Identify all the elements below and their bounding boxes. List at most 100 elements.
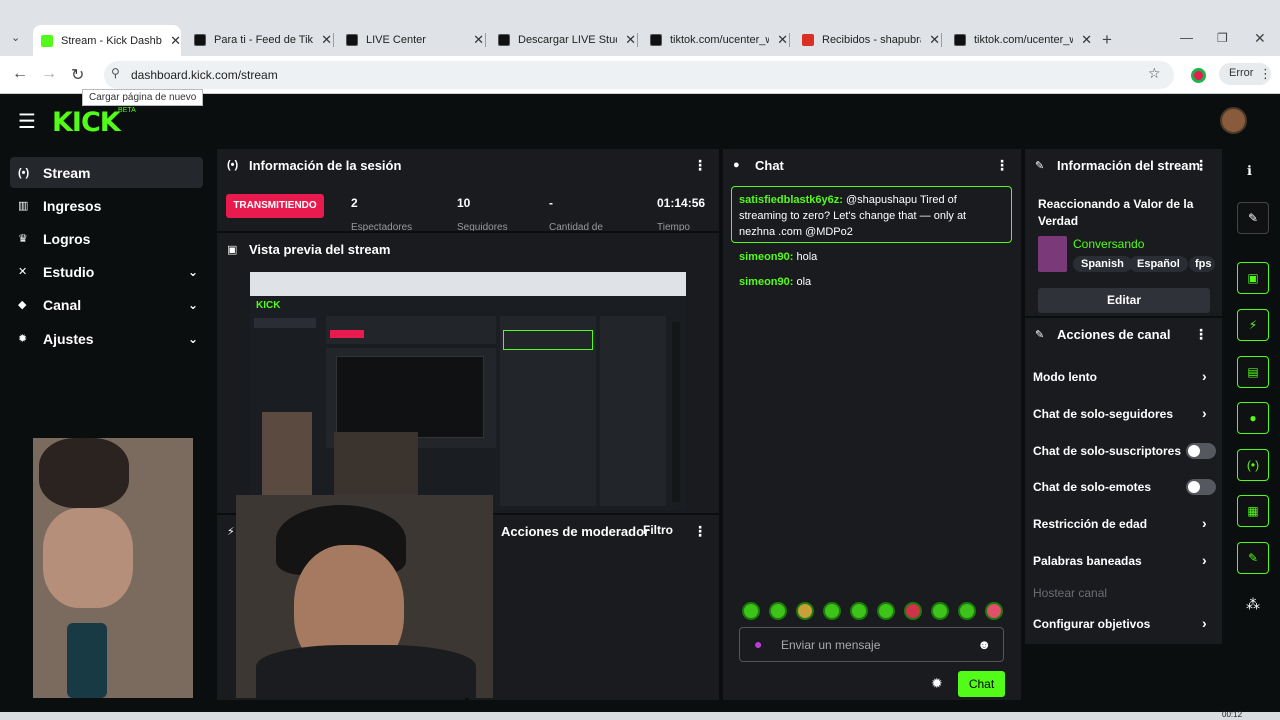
sidebar-item-stream[interactable]: (•) Stream: [10, 157, 203, 188]
sidebar-item-ajustes[interactable]: ✹ Ajustes ⌄: [10, 323, 203, 354]
video-tool-icon[interactable]: ▦: [1237, 495, 1269, 527]
emote-icon[interactable]: [904, 602, 922, 620]
sidebar-item-ingresos[interactable]: ▥ Ingresos: [10, 190, 203, 221]
emote-icon[interactable]: [742, 602, 760, 620]
sidebar-item-logros[interactable]: ♛ Logros: [10, 223, 203, 254]
bolt-tool-icon[interactable]: ⚡: [1237, 309, 1269, 341]
panel-header: ✎ Información del stream: [1025, 149, 1222, 181]
close-tab-icon[interactable]: ✕: [777, 32, 788, 48]
sidebar-item-label: Stream: [43, 164, 91, 181]
stream-preview-video[interactable]: KICK: [250, 272, 686, 510]
chat-username[interactable]: simeon90:: [739, 251, 793, 263]
hamburger-menu-icon[interactable]: ☰: [18, 109, 36, 134]
broadcast-tool-icon[interactable]: (•): [1237, 449, 1269, 481]
chat-settings-icon[interactable]: ✹: [931, 675, 943, 692]
chat-tool-icon[interactable]: ●: [1237, 402, 1269, 434]
close-tab-icon[interactable]: ✕: [321, 32, 332, 48]
window-close-icon[interactable]: ✕: [1254, 30, 1266, 47]
bookmark-star-icon[interactable]: ☆: [1148, 65, 1161, 82]
subs-value: -: [549, 196, 553, 210]
browser-tab-tiktok-feed[interactable]: Para ti - Feed de TikTok ✕: [186, 27, 334, 52]
filter-button[interactable]: Filtro: [643, 523, 673, 537]
preview-webcam-1: [262, 412, 312, 502]
tag-spanish[interactable]: Spanish: [1073, 256, 1132, 272]
banned-words-item[interactable]: Palabras baneadas: [1033, 554, 1142, 568]
more-options-icon[interactable]: ⋮: [1194, 326, 1208, 343]
emote-icon[interactable]: [877, 602, 895, 620]
extension-icon[interactable]: [1191, 68, 1206, 83]
emotes-only-toggle[interactable]: [1186, 479, 1216, 495]
age-restriction-item[interactable]: Restricción de edad: [1033, 517, 1147, 531]
new-tab-icon[interactable]: +: [1102, 30, 1112, 50]
category-link[interactable]: Conversando: [1073, 237, 1144, 251]
more-options-icon[interactable]: ⋮: [995, 157, 1009, 174]
chevron-right-icon[interactable]: ›: [1202, 615, 1207, 631]
chevron-right-icon[interactable]: ›: [1202, 515, 1207, 531]
edit-layout-icon[interactable]: ✎: [1237, 202, 1269, 234]
emote-icon[interactable]: [769, 602, 787, 620]
subscribers-only-toggle[interactable]: [1186, 443, 1216, 459]
browser-menu-icon[interactable]: ⋮: [1259, 66, 1272, 82]
send-chat-button[interactable]: Chat: [958, 671, 1005, 697]
chat-message-input[interactable]: ● Enviar un mensaje ☻: [739, 627, 1004, 662]
site-info-icon[interactable]: ⚲: [111, 66, 120, 80]
emote-icon[interactable]: [823, 602, 841, 620]
tag-fps[interactable]: fps: [1189, 256, 1215, 272]
emote-icon[interactable]: [985, 602, 1003, 620]
webcam-overlay-center: [236, 495, 493, 698]
sidebar-item-estudio[interactable]: ✕ Estudio ⌄: [10, 256, 203, 287]
chevron-right-icon[interactable]: ›: [1202, 552, 1207, 568]
sidebar-item-canal[interactable]: ◆ Canal ⌄: [10, 289, 203, 320]
reload-icon[interactable]: ↻: [71, 65, 84, 85]
chat-message[interactable]: simeon90: ola: [739, 276, 811, 288]
more-options-icon[interactable]: ⋮: [693, 523, 707, 540]
tab-list-chevron-icon[interactable]: ⌄: [11, 31, 20, 44]
emote-icon[interactable]: [796, 602, 814, 620]
chat-message[interactable]: simeon90: hola: [739, 251, 817, 263]
preview-live-badge: [330, 330, 364, 338]
browser-tab-live-studio[interactable]: Descargar LIVE Studio ✕: [490, 27, 638, 52]
browser-tab-ucenter-2[interactable]: tiktok.com/ucenter_web ✕: [946, 27, 1092, 52]
add-panel-icon[interactable]: ⁂: [1246, 596, 1260, 613]
close-tab-icon[interactable]: ✕: [929, 32, 940, 48]
close-tab-icon[interactable]: ✕: [625, 32, 636, 48]
emote-icon[interactable]: [931, 602, 949, 620]
chat-username[interactable]: simeon90:: [739, 276, 793, 288]
back-icon[interactable]: ←: [12, 65, 28, 83]
url-field[interactable]: ⚲ dashboard.kick.com/stream ☆: [104, 61, 1174, 89]
user-avatar[interactable]: [1220, 107, 1247, 134]
browser-tab-live-center[interactable]: LIVE Center ✕: [338, 27, 486, 52]
category-thumbnail[interactable]: [1038, 236, 1067, 272]
minimize-icon[interactable]: —: [1180, 30, 1193, 45]
microphone-icon[interactable]: ●: [754, 636, 762, 652]
close-tab-icon[interactable]: ✕: [473, 32, 484, 48]
kick-logo[interactable]: KICK: [52, 107, 121, 138]
browser-tab-kick[interactable]: Stream - Kick Dashboard ✕: [33, 25, 181, 56]
close-tab-icon[interactable]: ✕: [1081, 32, 1092, 48]
browser-tab-ucenter[interactable]: tiktok.com/ucenter_web ✕: [642, 27, 790, 52]
emote-icon[interactable]: [850, 602, 868, 620]
more-options-icon[interactable]: ⋮: [693, 157, 707, 174]
forward-icon[interactable]: →: [41, 65, 57, 83]
tag-espanol[interactable]: Español: [1129, 256, 1188, 272]
emoji-picker-icon[interactable]: ☻: [977, 637, 991, 652]
maximize-icon[interactable]: ❐: [1217, 31, 1228, 45]
chat-bubble-icon: ●: [733, 159, 740, 171]
more-options-icon[interactable]: ⋮: [1194, 157, 1208, 174]
emote-icon[interactable]: [958, 602, 976, 620]
info-icon[interactable]: ℹ: [1247, 163, 1252, 179]
preview-tool-icon[interactable]: ▣: [1237, 262, 1269, 294]
highlighted-chat-message[interactable]: satisfiedblastk6y6z: @shapushapu Tired o…: [731, 186, 1012, 243]
slow-mode-item[interactable]: Modo lento: [1033, 370, 1097, 384]
chevron-right-icon[interactable]: ›: [1202, 368, 1207, 384]
configure-goals-item[interactable]: Configurar objetivos: [1033, 617, 1150, 631]
chat-username[interactable]: satisfiedblastk6y6z:: [739, 194, 843, 206]
close-tab-icon[interactable]: ✕: [170, 33, 181, 49]
chevron-right-icon[interactable]: ›: [1202, 405, 1207, 421]
browser-tab-gmail[interactable]: Recibidos - shapubra ✕: [794, 27, 942, 52]
host-channel-item: Hostear canal: [1033, 586, 1108, 600]
edit-button[interactable]: Editar: [1038, 288, 1210, 313]
followers-only-item[interactable]: Chat de solo-seguidores: [1033, 407, 1173, 421]
wrench-tool-icon[interactable]: ✎: [1237, 542, 1269, 574]
document-tool-icon[interactable]: ▤: [1237, 356, 1269, 388]
